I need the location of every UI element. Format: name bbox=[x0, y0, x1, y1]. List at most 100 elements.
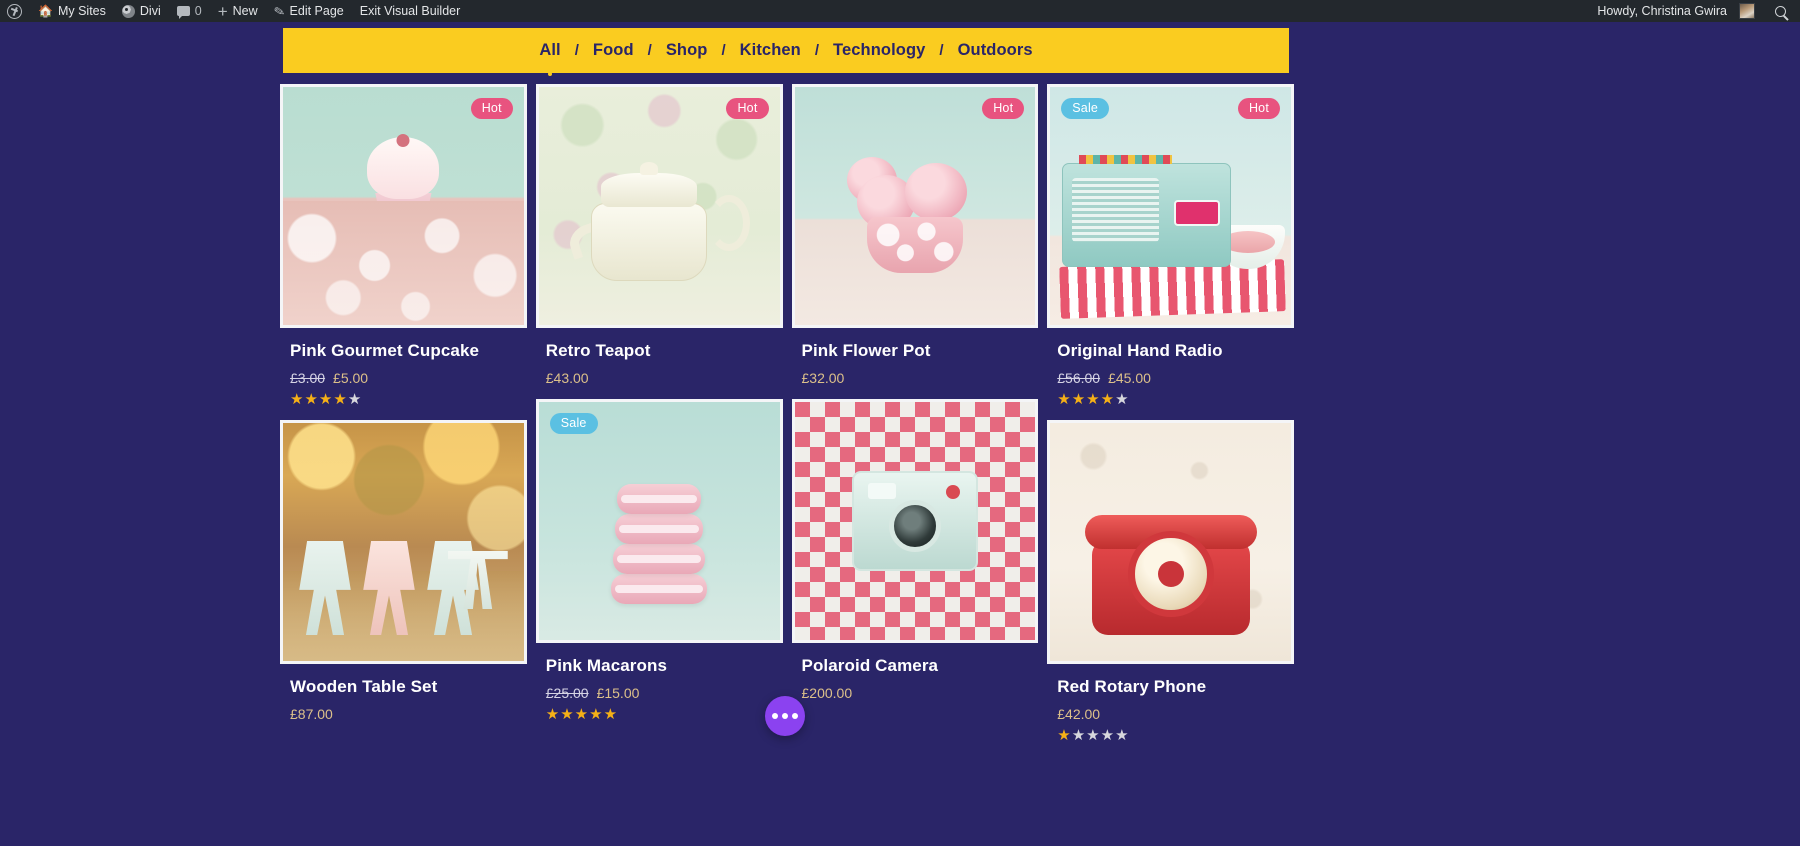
product-price-row: £25.00 £15.00 bbox=[546, 685, 783, 701]
product-image-pink-macarons bbox=[538, 402, 780, 640]
filter-tab-shop[interactable]: Shop bbox=[656, 41, 718, 60]
divi-icon bbox=[121, 4, 135, 18]
teapot-body-shape bbox=[591, 203, 708, 281]
product-thumbnail[interactable]: Sale Hot bbox=[1047, 84, 1294, 328]
star-icon: ★ bbox=[574, 706, 589, 723]
filter-tab-kitchen[interactable]: Kitchen bbox=[730, 41, 811, 60]
star-icon: ★ bbox=[560, 706, 574, 723]
product-price-row: £3.00 £5.00 bbox=[290, 370, 527, 386]
product-card[interactable]: Sale Pink Macarons £25.00 £15.00 ★ ★ ★ ★… bbox=[535, 399, 783, 722]
ellipsis-dot-icon bbox=[782, 713, 788, 719]
product-title: Red Rotary Phone bbox=[1057, 677, 1207, 696]
radio-dial-shape bbox=[1173, 200, 1220, 226]
ellipsis-dot-icon bbox=[772, 713, 778, 719]
filter-separator: / bbox=[647, 42, 652, 59]
filter-tab-food[interactable]: Food bbox=[583, 41, 644, 60]
admin-bar-item-my-sites[interactable]: 🏠 My Sites bbox=[30, 0, 114, 22]
product-price-old: £3.00 bbox=[290, 370, 326, 386]
pencil-icon: ✎ bbox=[272, 2, 286, 20]
product-price: £200.00 bbox=[801, 685, 853, 701]
badge-hot: Hot bbox=[982, 98, 1025, 119]
product-thumbnail[interactable] bbox=[791, 399, 1039, 643]
comment-count: 0 bbox=[194, 4, 202, 18]
product-image-wooden-table-set bbox=[283, 423, 524, 661]
macaron-shape bbox=[615, 514, 704, 544]
admin-bar-item-divi[interactable]: Divi bbox=[114, 0, 169, 22]
filter-tab-all[interactable]: All bbox=[529, 41, 570, 60]
product-price-row: £42.00 bbox=[1057, 706, 1294, 722]
product-card[interactable]: Sale Hot Original Hand Radio £56.00 £45.… bbox=[1047, 84, 1294, 407]
camera-shutter-shape bbox=[945, 485, 960, 499]
product-price: £5.00 bbox=[333, 370, 369, 386]
badge-hot: Hot bbox=[726, 98, 769, 119]
product-title: Polaroid Camera bbox=[801, 656, 939, 675]
camera-flash-shape bbox=[867, 483, 896, 499]
account-menu[interactable]: Howdy, Christina Gwira bbox=[1589, 0, 1763, 22]
product-card[interactable]: Hot Retro Teapot £43.00 bbox=[535, 84, 783, 386]
admin-bar-label-exit-visual-builder: Exit Visual Builder bbox=[359, 4, 461, 18]
filter-separator: / bbox=[721, 42, 726, 59]
star-icon: ★ bbox=[603, 706, 618, 723]
admin-bar-item-comments[interactable]: 0 bbox=[169, 0, 210, 22]
product-thumbnail[interactable] bbox=[1047, 420, 1294, 664]
admin-bar-item-edit-page[interactable]: ✎ Edit Page bbox=[266, 0, 352, 22]
product-price: £45.00 bbox=[1108, 370, 1151, 386]
product-card[interactable]: Hot Pink Gourmet Cupcake £3.00 £5.00 ★ ★… bbox=[280, 84, 527, 407]
product-price-row: £32.00 bbox=[802, 370, 1039, 386]
filter-tab-outdoors[interactable]: Outdoors bbox=[948, 41, 1043, 60]
star-icon: ★ bbox=[290, 391, 304, 408]
star-icon: ★ bbox=[333, 391, 347, 408]
comment-icon bbox=[176, 6, 190, 19]
product-thumbnail[interactable] bbox=[280, 420, 527, 664]
flower-pot-shape bbox=[866, 217, 963, 273]
star-icon: ★ bbox=[318, 391, 333, 408]
camera-lens-shape bbox=[888, 499, 941, 552]
product-title: Pink Macarons bbox=[545, 656, 668, 675]
star-icon: ★ bbox=[1115, 727, 1129, 744]
product-title: Pink Gourmet Cupcake bbox=[290, 341, 480, 360]
admin-bar-label-new: New bbox=[232, 4, 258, 18]
product-card[interactable]: Wooden Table Set £87.00 bbox=[280, 420, 527, 722]
admin-bar-left-group: 🏠 My Sites Divi 0 + New ✎ Edit Page Exit… bbox=[0, 0, 468, 22]
product-rating: ★ ★ ★ ★ ★ bbox=[1057, 392, 1294, 407]
wp-logo-menu[interactable] bbox=[0, 0, 30, 22]
product-price: £15.00 bbox=[596, 685, 640, 701]
admin-bar-item-new[interactable]: + New bbox=[210, 0, 266, 22]
star-icon: ★ bbox=[1071, 391, 1086, 408]
product-title: Wooden Table Set bbox=[290, 677, 438, 696]
product-title: Original Hand Radio bbox=[1057, 341, 1223, 360]
product-card[interactable]: Hot Pink Flower Pot £32.00 bbox=[791, 84, 1039, 386]
filter-tab-technology-label: Technology bbox=[833, 41, 926, 59]
product-thumbnail[interactable]: Sale bbox=[535, 399, 783, 643]
product-thumbnail[interactable]: Hot bbox=[791, 84, 1039, 328]
product-rating: ★ ★ ★ ★ ★ bbox=[290, 392, 527, 407]
filter-tab-technology[interactable]: Technology bbox=[823, 41, 935, 60]
search-icon bbox=[1775, 5, 1786, 17]
filter-separator: / bbox=[814, 42, 820, 59]
product-thumbnail[interactable]: Hot bbox=[280, 84, 527, 328]
teapot-lid-shape bbox=[601, 173, 698, 207]
product-image-pink-flower-pot bbox=[794, 87, 1036, 325]
star-icon: ★ bbox=[589, 706, 603, 723]
star-icon: ★ bbox=[1100, 391, 1115, 408]
plus-icon: + bbox=[217, 1, 228, 21]
category-filter-list: All / Food / Shop / Kitchen / Technology… bbox=[529, 41, 1042, 60]
product-card[interactable]: Red Rotary Phone £42.00 ★ ★ ★ ★ ★ bbox=[1047, 420, 1294, 743]
product-rating: ★ ★ ★ ★ ★ bbox=[546, 707, 783, 722]
product-title: Pink Flower Pot bbox=[801, 341, 931, 360]
teapot-knob-shape bbox=[640, 162, 659, 175]
star-icon: ★ bbox=[1086, 727, 1100, 744]
admin-bar-label-edit-page: Edit Page bbox=[289, 4, 344, 18]
floating-options-button[interactable] bbox=[765, 696, 805, 736]
product-grid: Hot Pink Gourmet Cupcake £3.00 £5.00 ★ ★… bbox=[280, 84, 1294, 743]
star-icon: ★ bbox=[1086, 391, 1100, 408]
product-thumbnail[interactable]: Hot bbox=[535, 84, 783, 328]
admin-bar-item-exit-visual-builder[interactable]: Exit Visual Builder bbox=[352, 0, 469, 22]
admin-bar-search-button[interactable] bbox=[1763, 5, 1800, 17]
filter-tab-outdoors-label: Outdoors bbox=[957, 41, 1033, 59]
phone-dial-shape bbox=[1127, 531, 1214, 617]
house-icon: 🏠 bbox=[38, 4, 53, 18]
macaron-shape bbox=[611, 574, 708, 604]
macaron-shape bbox=[617, 484, 702, 514]
product-card[interactable]: Polaroid Camera £200.00 bbox=[791, 399, 1039, 701]
